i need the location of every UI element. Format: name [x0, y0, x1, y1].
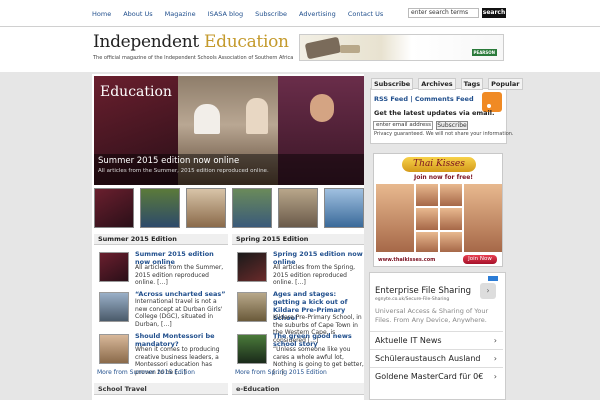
school-travel-section-title[interactable]: School Travel: [94, 383, 228, 395]
rss-links: RSS Feed | Comments Feed: [374, 95, 474, 103]
slide-figure-student: [194, 104, 220, 134]
email-input[interactable]: enter email address: [373, 121, 433, 130]
slider-thumb-4[interactable]: [232, 188, 272, 228]
nav-contact-us[interactable]: Contact Us: [348, 10, 384, 18]
ad-link-mastercard[interactable]: Goldene MasterCard für 0€ ›: [370, 367, 503, 384]
slide-title[interactable]: Summer 2015 edition now online: [98, 156, 239, 166]
more-spring-link[interactable]: More from Spring 2015 Edition: [235, 369, 327, 376]
chevron-right-icon: ›: [493, 336, 497, 345]
ad-link-it-news[interactable]: Aktuelle IT News ›: [370, 331, 503, 348]
slider-thumb-5[interactable]: [278, 188, 318, 228]
ad-image-hand: [304, 36, 342, 60]
google-ad-title[interactable]: Enterprise File Sharing: [375, 286, 471, 296]
ad-link-label: Aktuelle IT News: [375, 336, 442, 345]
more-summer-link[interactable]: More from Summer 2015 Edition: [97, 369, 195, 376]
tab-tags[interactable]: Tags: [460, 78, 484, 90]
article-thumbnail[interactable]: [237, 292, 267, 322]
ad-join-button[interactable]: Join Now: [463, 255, 497, 264]
tab-archives[interactable]: Archives: [418, 78, 456, 90]
ad-subheader: Join now for free!: [414, 174, 474, 181]
slide-figure-face: [310, 94, 334, 122]
ad-choices-icon[interactable]: [488, 276, 498, 281]
e-education-section-title[interactable]: e-Education: [232, 383, 364, 395]
slide-figure-child: [246, 98, 268, 134]
article-excerpt: All articles from the Summer, 2015 editi…: [135, 264, 224, 286]
rss-feed-link[interactable]: RSS Feed: [374, 95, 408, 103]
sidebar-ad-banner[interactable]: Thai Kisses Join now for free! www.thaik…: [373, 153, 503, 267]
nav-home[interactable]: Home: [92, 10, 111, 18]
nav-isasa-blog[interactable]: ISASA blog: [208, 10, 243, 18]
article-excerpt: All articles from the Spring, 2015 editi…: [273, 264, 356, 286]
ad-link-schueleraustausch[interactable]: Schüleraustausch Ausland ›: [370, 349, 503, 366]
slider-thumb-2[interactable]: [140, 188, 180, 228]
summer-section-title[interactable]: Summer 2015 Edition: [94, 234, 228, 245]
slide-subtitle: All articles from the Summer, 2015 editi…: [98, 168, 269, 174]
tab-popular[interactable]: Popular: [488, 78, 523, 90]
search-input[interactable]: enter search terms: [408, 8, 479, 18]
slider-thumb-3[interactable]: [186, 188, 226, 228]
search-button[interactable]: search: [482, 8, 506, 18]
chevron-right-icon: ›: [493, 354, 497, 363]
article-title[interactable]: “Across uncharted seas”: [135, 290, 226, 298]
site-logo[interactable]: Independent Education: [93, 32, 289, 52]
ad-url: www.thaikisses.com: [378, 257, 436, 263]
email-heading: Get the latest updates via email.: [374, 109, 495, 117]
site-tagline: The official magazine of the Independent…: [93, 55, 294, 61]
nav-subscribe[interactable]: Subscribe: [255, 10, 287, 18]
header-ad-banner[interactable]: PEARSON: [299, 34, 504, 61]
nav-magazine[interactable]: Magazine: [165, 10, 196, 18]
google-ad-text: Universal Access & Sharing of Your Files…: [375, 307, 489, 324]
main-nav: Home About Us Magazine ISASA blog Subscr…: [92, 10, 383, 18]
logo-education: Education: [204, 32, 289, 52]
ad-badge: PEARSON: [471, 49, 497, 56]
ad-link-label: Schüleraustausch Ausland: [375, 354, 481, 363]
comments-feed-link[interactable]: Comments Feed: [415, 95, 474, 103]
google-ad-url: egnyte.co.uk/Secure-File-Sharing: [375, 297, 450, 302]
chevron-right-icon: ›: [493, 372, 497, 381]
privacy-note: Privacy guaranteed. We will not share yo…: [374, 131, 514, 137]
slider-thumb-1[interactable]: [94, 188, 134, 228]
slider-thumb-6[interactable]: [324, 188, 364, 228]
sidebar-tabs: Subscribe Archives Tags Popular: [371, 78, 523, 90]
ad-header: Thai Kisses: [402, 157, 476, 172]
article-thumbnail[interactable]: [99, 334, 129, 364]
article-thumbnail[interactable]: [237, 334, 267, 364]
nav-about-us[interactable]: About Us: [123, 10, 152, 18]
nav-advertising[interactable]: Advertising: [299, 10, 336, 18]
article-excerpt: International travel is not a new concep…: [135, 298, 223, 328]
article-thumbnail[interactable]: [99, 292, 129, 322]
slide-cover-title: Education: [100, 84, 172, 100]
spring-section-title[interactable]: Spring 2015 Edition: [232, 234, 364, 245]
rss-separator: |: [410, 95, 413, 103]
article-thumbnail[interactable]: [237, 252, 267, 282]
article-thumbnail[interactable]: [99, 252, 129, 282]
subscribe-button[interactable]: Subscribe: [436, 121, 468, 130]
ad-image-device: [340, 45, 360, 53]
ad-photo-grid: [376, 184, 502, 254]
chevron-right-icon[interactable]: ›: [480, 283, 496, 299]
tab-subscribe[interactable]: Subscribe: [371, 78, 414, 90]
ad-link-label: Goldene MasterCard für 0€: [375, 372, 484, 381]
logo-independent: Independent: [93, 32, 199, 52]
